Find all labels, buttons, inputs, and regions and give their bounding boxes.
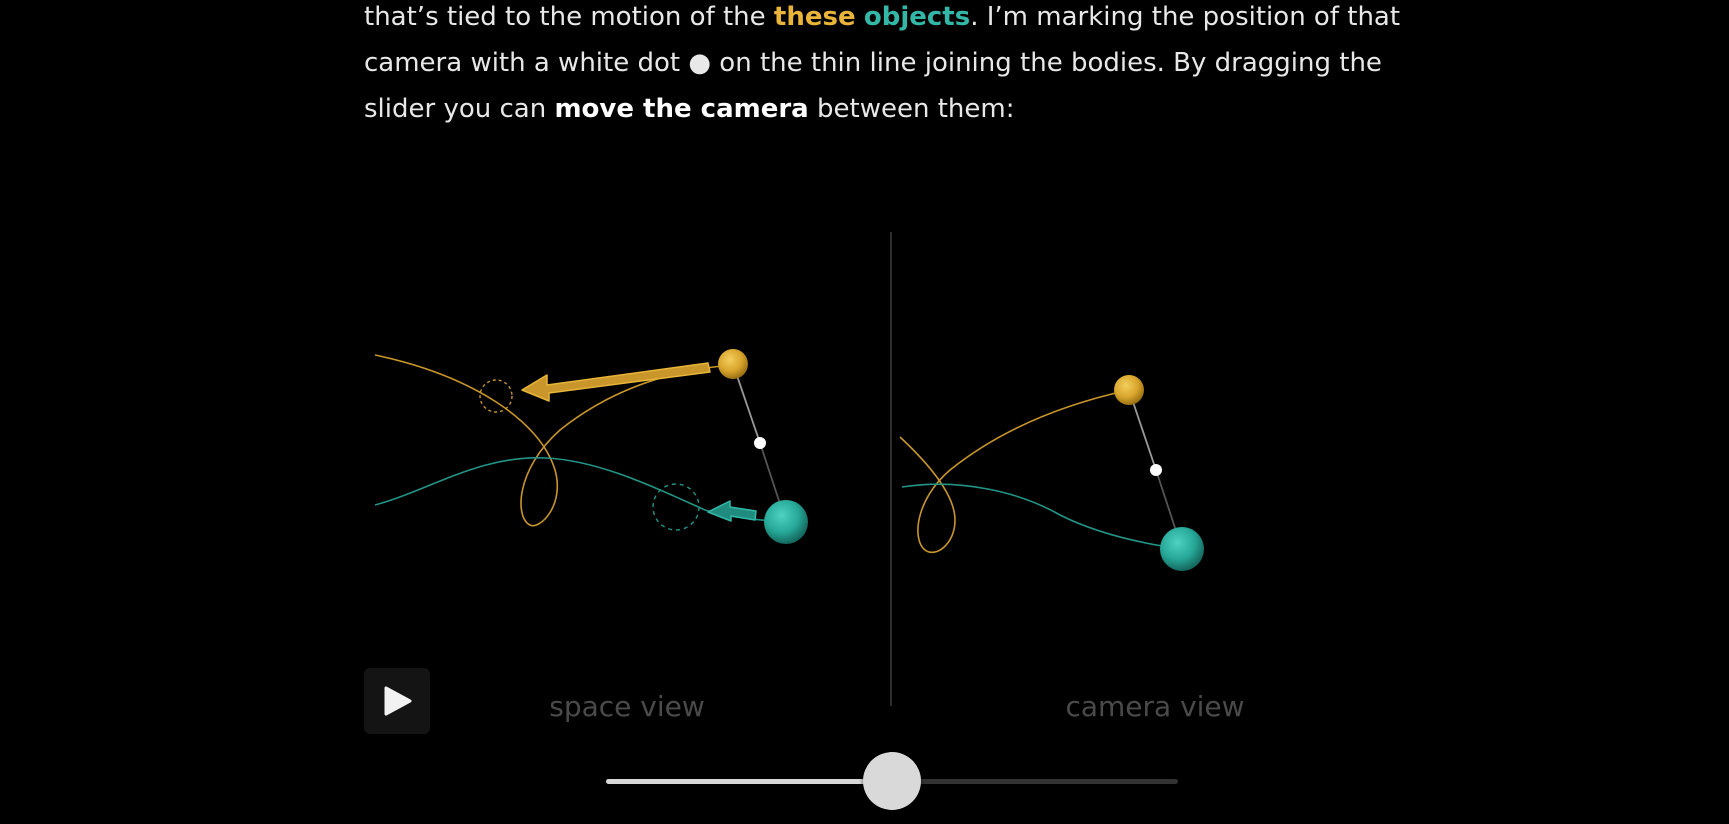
move-camera-emphasis: move the camera [554, 94, 809, 124]
paragraph-line-2: camera with a white dot ● on the thin li… [364, 48, 1382, 78]
teal-body[interactable] [764, 500, 808, 544]
text-segment: slider you can [364, 94, 555, 124]
camera-view-label: camera view [1065, 690, 1245, 723]
teal-orbit-trail [901, 483, 1183, 550]
space-view [374, 349, 808, 544]
intro-paragraph: that’s tied to the motion of the these o… [364, 0, 1400, 132]
text-space [856, 2, 864, 32]
objects-highlight[interactable]: objects [864, 2, 970, 32]
play-icon [384, 686, 412, 716]
these-highlight[interactable]: these [774, 2, 856, 32]
yellow-orbit-trail [374, 354, 734, 527]
yellow-orbit-trail [899, 389, 1130, 554]
teal-ghost-circle [652, 483, 700, 531]
play-button[interactable] [364, 668, 430, 734]
camera-view [899, 375, 1204, 571]
slider-fill [606, 779, 892, 784]
yellow-body[interactable] [718, 349, 748, 379]
camera-dot [1150, 464, 1162, 476]
teal-body[interactable] [1160, 527, 1204, 571]
camera-dot [754, 437, 766, 449]
text-segment: . I’m marking the position of that [970, 2, 1401, 32]
slider-thumb[interactable] [863, 752, 921, 810]
yellow-ghost-circle [479, 379, 513, 413]
space-view-label: space view [549, 690, 705, 723]
text-segment: that’s tied to the motion of the [364, 2, 774, 32]
camera-position-slider[interactable] [606, 750, 1178, 810]
paragraph-line-3: slider you can move the camera between t… [364, 86, 1374, 132]
paragraph-line-1: that’s tied to the motion of the these o… [364, 0, 1400, 40]
text-segment: between them: [808, 94, 1015, 124]
yellow-body[interactable] [1114, 375, 1144, 405]
teal-velocity-arrow [707, 500, 757, 522]
